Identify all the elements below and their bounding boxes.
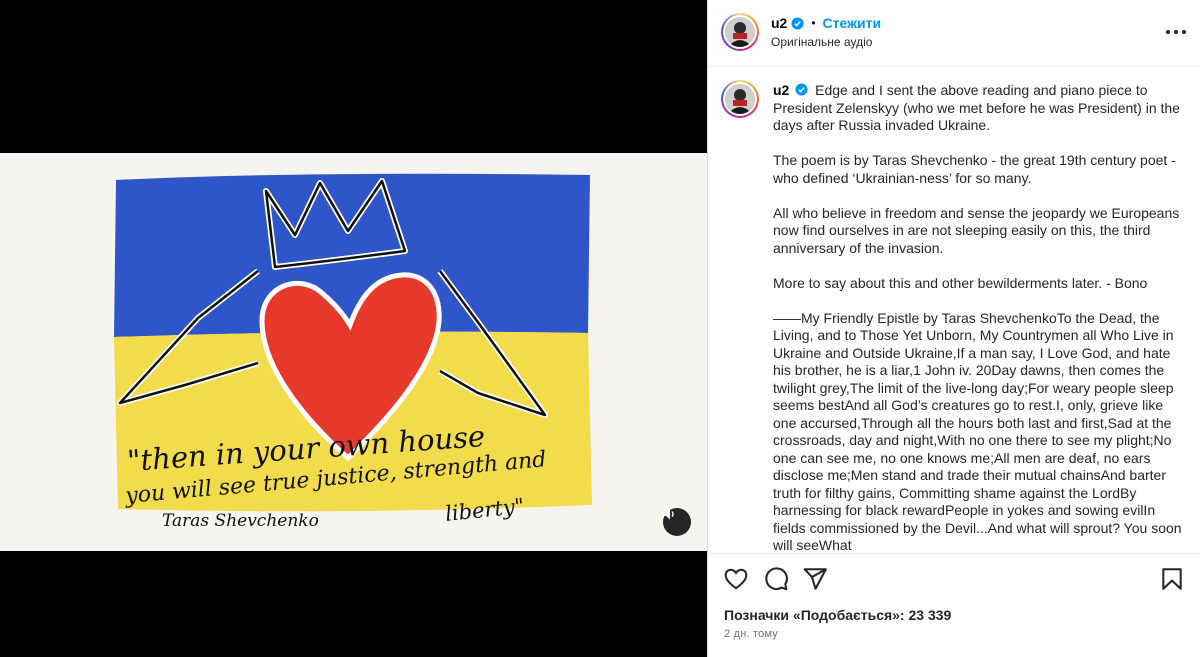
avatar-image bbox=[725, 84, 755, 114]
caption-username[interactable]: u2 bbox=[773, 82, 789, 98]
mute-button[interactable] bbox=[663, 508, 691, 536]
speaker-icon bbox=[663, 508, 674, 520]
caption-paragraph: More to say about this and other bewilde… bbox=[773, 274, 1148, 291]
caption-text: u2 Edge and I sent the above reading and… bbox=[773, 82, 1183, 553]
artwork-image[interactable]: "then in your own house you will see tru… bbox=[0, 153, 707, 551]
header-username[interactable]: u2 bbox=[771, 15, 787, 31]
post-sidebar: u2 • Стежити Оригінальне аудіо u2 Edge a… bbox=[707, 0, 1200, 657]
caption-paragraph: ——My Friendly Epistle by Taras Shevchenk… bbox=[773, 309, 1182, 554]
post-timestamp[interactable]: 2 дн. тому bbox=[724, 628, 778, 640]
avatar[interactable] bbox=[721, 13, 759, 51]
verified-badge-icon bbox=[791, 16, 804, 30]
paper-plane-icon[interactable] bbox=[802, 566, 828, 592]
post-header: u2 • Стежити Оригінальне аудіо bbox=[708, 0, 1200, 67]
heart-icon[interactable] bbox=[723, 566, 749, 592]
bookmark-icon[interactable] bbox=[1159, 566, 1185, 592]
follow-button[interactable]: Стежити bbox=[823, 15, 882, 31]
likes-count[interactable]: Позначки «Подобається»: 23 339 bbox=[724, 607, 951, 623]
comment-icon[interactable] bbox=[763, 566, 789, 592]
artwork-drawing: "then in your own house you will see tru… bbox=[114, 173, 592, 531]
header-separator: • bbox=[811, 16, 816, 30]
header-user-line: u2 • Стежити bbox=[771, 15, 881, 31]
caption-area: u2 Edge and I sent the above reading and… bbox=[708, 68, 1200, 553]
caption-paragraph: Edge and I sent the above reading and pi… bbox=[773, 82, 1180, 133]
caption-paragraph: All who believe in freedom and sense the… bbox=[773, 204, 1180, 256]
caption-paragraph: The poem is by Taras Shevchenko - the gr… bbox=[773, 152, 1176, 186]
avatar-image bbox=[725, 17, 755, 47]
caption-avatar[interactable] bbox=[721, 80, 759, 118]
artwork-signature: Taras Shevchenko bbox=[162, 511, 319, 531]
action-bar: Позначки «Подобається»: 23 339 2 дн. том… bbox=[708, 553, 1200, 657]
more-options-icon[interactable] bbox=[1166, 26, 1186, 38]
verified-badge-icon bbox=[795, 83, 808, 96]
post-media[interactable]: "then in your own house you will see tru… bbox=[0, 0, 707, 657]
instagram-post: "then in your own house you will see tru… bbox=[0, 0, 1200, 657]
original-audio-link[interactable]: Оригінальне аудіо bbox=[771, 35, 872, 49]
